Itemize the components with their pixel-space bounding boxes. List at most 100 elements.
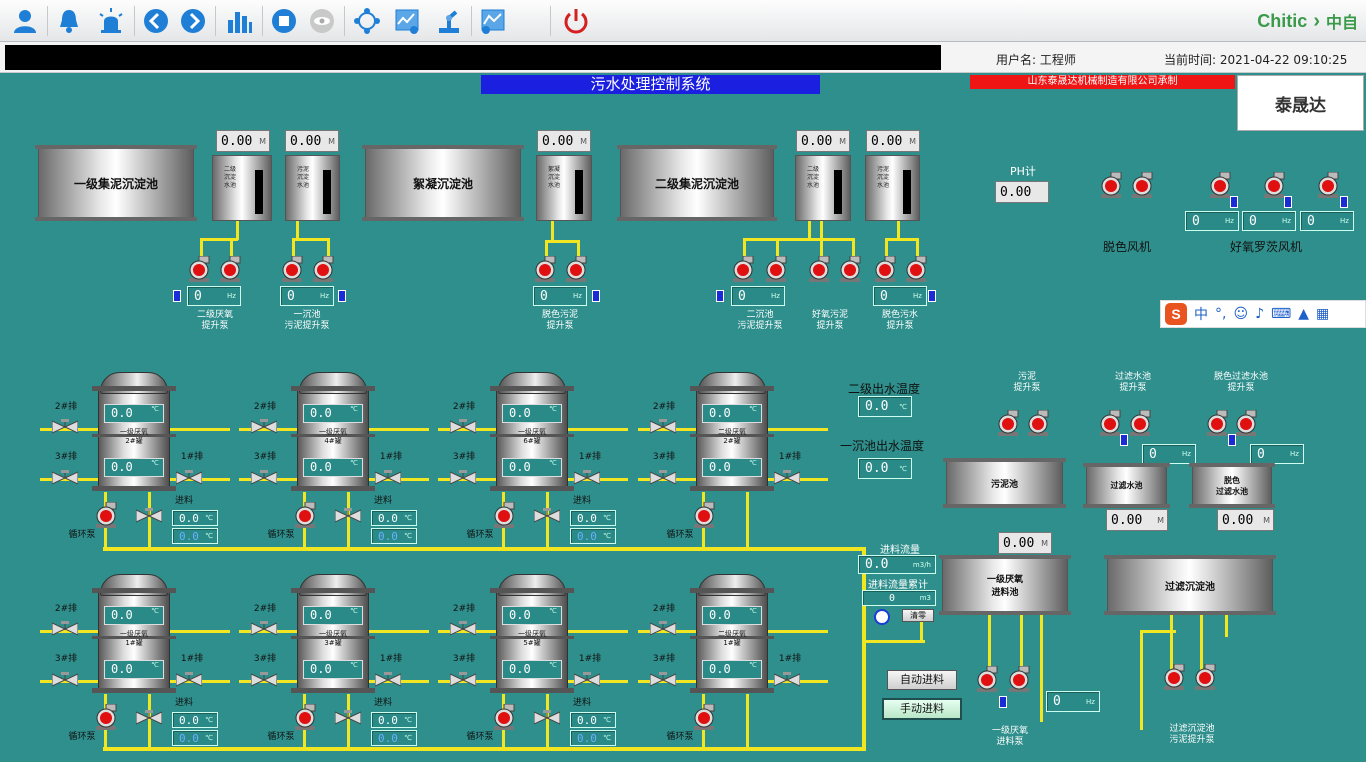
valve-icon[interactable] [649,621,677,637]
ime-toolbar[interactable]: S 中 °, ☺ ♪ ⌨ ▲ ▦ [1160,300,1366,328]
circulation-pump-icon[interactable] [692,704,716,730]
reactor-tank[interactable]: 0.0 ℃ 一级厌氧 2#罐 0.0 ℃ [92,372,176,494]
shirt-icon[interactable]: ▲ [1298,306,1309,322]
sogou-icon[interactable]: S [1165,303,1187,325]
power-icon[interactable] [559,4,593,38]
view-icon[interactable] [305,4,339,38]
valve-icon[interactable] [51,419,79,435]
feed-valve-icon[interactable] [334,508,362,524]
pump-icon[interactable] [1128,410,1152,436]
valve-icon[interactable] [449,621,477,637]
pump-icon[interactable] [904,256,928,282]
flocculation-settling-tank[interactable]: 絮凝沉淀池 [362,145,524,221]
manual-feed-button[interactable]: 手动进料 [882,698,962,720]
grid-icon[interactable]: ▦ [1316,306,1329,322]
circulation-pump-icon[interactable] [94,704,118,730]
clear-total-button[interactable]: 清零 [902,609,934,622]
pump-icon[interactable] [311,256,335,282]
filter-settling-tank[interactable]: 过滤沉淀池 [1104,555,1276,615]
valve-icon[interactable] [250,672,278,688]
reactor-tank[interactable]: 0.0 ℃ 一级厌氧 5#罐 0.0 ℃ [490,574,574,696]
valve-icon[interactable] [250,470,278,486]
alert-light-icon[interactable] [94,4,128,38]
alarm-bell-icon[interactable] [52,4,86,38]
primary-sludge-settling-tank[interactable]: 一级集泥沉淀池 [35,145,197,221]
user-icon[interactable] [8,4,42,38]
circulation-pump-icon[interactable] [94,502,118,528]
blower-icon[interactable] [1262,172,1286,198]
pump-icon[interactable] [764,256,788,282]
valve-icon[interactable] [773,672,801,688]
valve-icon[interactable] [449,419,477,435]
ime-punct[interactable]: °, [1215,306,1226,322]
pump-icon[interactable] [975,666,999,692]
small-tank-5[interactable]: 污泥沉淀水池 [865,155,920,221]
circulation-pump-icon[interactable] [293,704,317,730]
reactor-tank[interactable]: 0.0 ℃ 一级厌氧 3#罐 0.0 ℃ [291,574,375,696]
pump-icon[interactable] [533,256,557,282]
filtered-water-tank[interactable]: 过滤水池 [1083,463,1170,508]
valve-icon[interactable] [250,621,278,637]
feed-valve-icon[interactable] [135,710,163,726]
reactor-tank[interactable]: 0.0 ℃ 一级厌氧 4#罐 0.0 ℃ [291,372,375,494]
network-icon[interactable] [350,4,384,38]
pump-icon[interactable] [1205,410,1229,436]
pump-icon[interactable] [1007,666,1031,692]
circulation-pump-icon[interactable] [492,704,516,730]
pump-icon[interactable] [1162,664,1186,690]
mic-icon[interactable]: ♪ [1255,306,1264,322]
valve-icon[interactable] [51,470,79,486]
feed-valve-icon[interactable] [334,710,362,726]
bar-chart-icon[interactable] [222,4,256,38]
valve-icon[interactable] [649,672,677,688]
auto-feed-button[interactable]: 自动进料 [887,670,957,690]
pump-icon[interactable] [1193,664,1217,690]
pump-icon[interactable] [838,256,862,282]
reactor-tank[interactable]: 0.0 ℃ 二级厌氧 2#罐 0.0 ℃ [690,372,774,494]
feed-valve-icon[interactable] [533,508,561,524]
circulation-pump-icon[interactable] [692,502,716,528]
small-tank-2[interactable]: 污泥沉淀水池 [285,155,340,221]
ime-lang[interactable]: 中 [1194,304,1208,324]
valve-icon[interactable] [374,672,402,688]
reactor-tank[interactable]: 0.0 ℃ 二级厌氧 1#罐 0.0 ℃ [690,574,774,696]
valve-icon[interactable] [649,419,677,435]
feed-valve-icon[interactable] [533,710,561,726]
valve-icon[interactable] [449,470,477,486]
stop-icon[interactable] [267,4,301,38]
valve-icon[interactable] [773,470,801,486]
pump-icon[interactable] [1026,410,1050,436]
decolor-filter-tank[interactable]: 脱色 过滤水池 [1189,463,1275,508]
config-chart-icon[interactable] [476,4,510,38]
blower-icon[interactable] [1130,172,1154,198]
valve-icon[interactable] [649,470,677,486]
settings-chart-icon[interactable] [390,4,424,38]
pump-icon[interactable] [564,256,588,282]
valve-icon[interactable] [51,672,79,688]
valve-icon[interactable] [573,470,601,486]
pump-icon[interactable] [996,410,1020,436]
pump-icon[interactable] [807,256,831,282]
reactor-tank[interactable]: 0.0 ℃ 一级厌氧 6#罐 0.0 ℃ [490,372,574,494]
pump-icon[interactable] [1234,410,1258,436]
feed-tank[interactable]: 一级厌氧 进料池 [939,555,1071,615]
emoji-icon[interactable]: ☺ [1233,306,1248,322]
pump-icon[interactable] [280,256,304,282]
blower-icon[interactable] [1208,172,1232,198]
valve-icon[interactable] [175,470,203,486]
small-tank-3[interactable]: 絮凝沉淀水池 [536,155,592,221]
back-arrow-icon[interactable] [139,4,173,38]
forward-arrow-icon[interactable] [176,4,210,38]
sludge-tank[interactable]: 污泥池 [943,458,1066,508]
circulation-pump-icon[interactable] [293,502,317,528]
feed-valve-icon[interactable] [135,508,163,524]
secondary-sludge-settling-tank[interactable]: 二级集泥沉淀池 [617,145,777,221]
valve-icon[interactable] [449,672,477,688]
pump-icon[interactable] [218,256,242,282]
valve-icon[interactable] [175,672,203,688]
circulation-pump-icon[interactable] [492,502,516,528]
pump-icon[interactable] [873,256,897,282]
valve-icon[interactable] [250,419,278,435]
small-tank-1[interactable]: 二级沉淀水池 [212,155,272,221]
valve-icon[interactable] [51,621,79,637]
